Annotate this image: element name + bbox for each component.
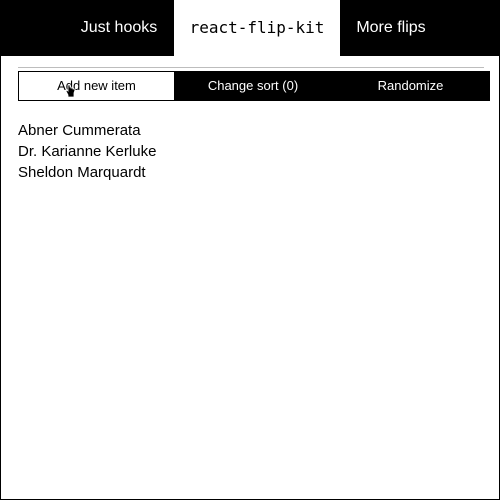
app-page: Just hooks react-flip-kit More flips Add… bbox=[0, 0, 500, 500]
list-item: Sheldon Marquardt bbox=[18, 164, 146, 181]
list-item: Abner Cummerata bbox=[18, 122, 141, 139]
item-list: Abner Cummerata Dr. Karianne Kerluke She… bbox=[18, 120, 156, 183]
tab-just-hooks[interactable]: Just hooks bbox=[69, 0, 169, 56]
tab-react-flip-kit[interactable]: react-flip-kit bbox=[174, 0, 340, 57]
randomize-button[interactable]: Randomize bbox=[332, 72, 489, 100]
list-item: Dr. Karianne Kerluke bbox=[18, 143, 157, 160]
button-bar: Add new item Change sort (0) Randomize bbox=[18, 71, 490, 101]
divider bbox=[18, 67, 484, 68]
add-new-item-button[interactable]: Add new item bbox=[19, 72, 174, 100]
hand-pointer-icon bbox=[65, 84, 76, 100]
top-navigation: Just hooks react-flip-kit More flips bbox=[1, 0, 499, 57]
tab-more-flips[interactable]: More flips bbox=[345, 0, 437, 56]
change-sort-button[interactable]: Change sort (0) bbox=[174, 72, 332, 100]
